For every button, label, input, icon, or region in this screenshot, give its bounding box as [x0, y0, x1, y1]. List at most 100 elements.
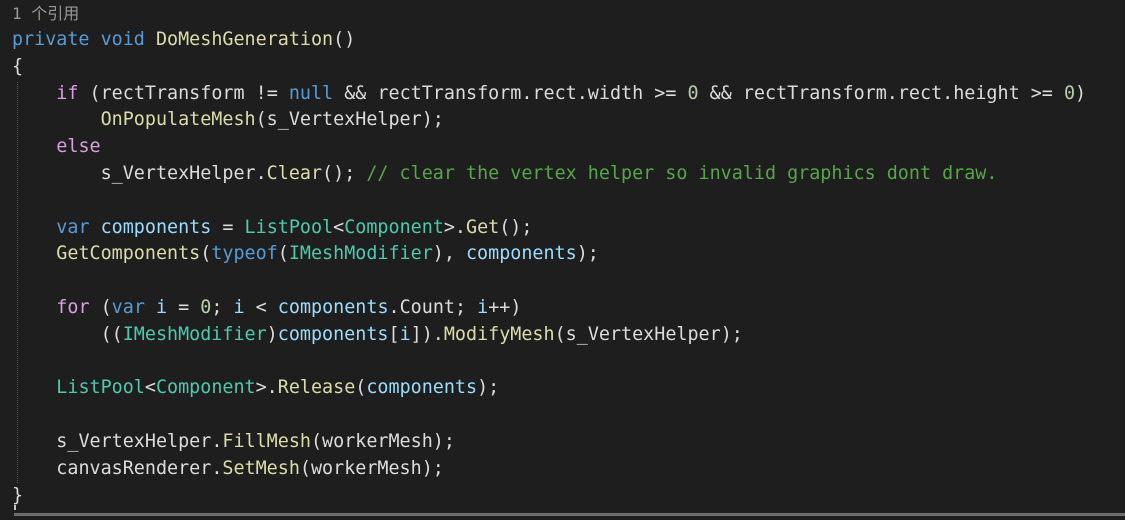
code-token: )	[1075, 82, 1087, 104]
code-token: Release	[277, 377, 356, 399]
code-token: .	[255, 163, 267, 184]
code-token: ModifyMesh	[443, 323, 555, 345]
code-token: Component	[344, 216, 444, 238]
code-line[interactable]: {	[12, 54, 23, 81]
code-token: GetComponents	[56, 243, 201, 265]
code-token: if	[56, 82, 79, 104]
code-token: s_VertexHelper	[266, 109, 422, 131]
code-token: i	[233, 297, 245, 318]
code-token: >=	[1019, 82, 1064, 104]
code-token: s_VertexHelper	[100, 163, 256, 184]
code-token: OnPopulateMesh	[100, 109, 256, 131]
code-line[interactable]: var components = ListPool<Component>.Get…	[12, 215, 532, 242]
code-token: workerMesh	[322, 431, 433, 452]
code-token: ),	[432, 243, 466, 265]
code-token: DoMeshGeneration	[155, 29, 334, 50]
code-token: );	[576, 243, 599, 265]
codelens-references[interactable]: 1 个引用	[12, 3, 79, 25]
code-token: .	[211, 431, 223, 452]
code-line[interactable]: canvasRenderer.SetMesh(workerMesh);	[12, 456, 444, 483]
code-token: (	[554, 323, 566, 345]
code-line[interactable]: for (var i = 0; i < components.Count; i+…	[12, 295, 521, 322]
code-token: 0	[1063, 82, 1076, 104]
code-line[interactable]: ListPool<Component>.Release(components);	[12, 375, 499, 402]
code-token: private	[12, 29, 90, 50]
code-token: >=	[643, 82, 688, 104]
code-token: s_VertexHelper	[56, 431, 212, 452]
code-line[interactable]: ((IMeshModifier)components[i]).ModifyMes…	[12, 322, 743, 349]
code-token: <	[244, 297, 278, 318]
code-token: rectTransform	[100, 82, 245, 104]
code-token: workerMesh	[310, 457, 422, 479]
code-token: (	[78, 82, 101, 104]
code-token: ()	[333, 29, 356, 50]
code-token: ((	[12, 323, 123, 345]
code-token: <	[144, 377, 156, 399]
code-token: ListPool	[244, 216, 334, 238]
code-token: for	[56, 297, 90, 318]
code-token: SetMesh	[222, 457, 300, 479]
code-token: [	[388, 323, 400, 345]
code-token: );	[421, 457, 444, 479]
code-line[interactable]: OnPopulateMesh(s_VertexHelper);	[12, 107, 444, 134]
code-token: 0	[200, 297, 212, 318]
code-token: <	[333, 216, 345, 238]
code-token: i	[155, 297, 168, 318]
code-token: var	[111, 297, 145, 318]
code-editor[interactable]: 1 个引用 private void DoMeshGeneration(){ i…	[0, 0, 1125, 520]
code-token: (	[255, 109, 267, 131]
code-token: )	[266, 323, 278, 345]
code-token: rectTransform.rect.height	[742, 82, 1020, 104]
code-token: .	[211, 457, 223, 479]
code-token: &&	[698, 82, 743, 104]
code-token: typeof	[211, 243, 278, 265]
code-line[interactable]: else	[12, 134, 101, 161]
code-token: (	[299, 457, 311, 479]
code-token: Get	[466, 216, 500, 238]
code-token: Clear	[266, 163, 323, 184]
code-token: ();	[322, 163, 367, 184]
code-token: );	[720, 323, 743, 345]
code-token: (	[277, 243, 289, 265]
code-token: !=	[244, 82, 289, 104]
code-token: components	[277, 297, 389, 318]
code-token: );	[477, 377, 500, 399]
code-token: .Count;	[388, 297, 478, 318]
code-token: ++)	[488, 297, 522, 318]
code-token: components	[100, 216, 212, 238]
code-token: components	[366, 377, 478, 399]
horizontal-scrollbar[interactable]	[0, 510, 1125, 520]
code-token: else	[56, 136, 101, 158]
code-token: (	[355, 377, 367, 399]
code-token: >.	[443, 216, 467, 238]
code-token: FillMesh	[222, 431, 311, 452]
code-token: var	[56, 216, 90, 238]
code-token: (	[200, 243, 212, 265]
code-token: rectTransform.rect.width	[377, 82, 644, 104]
code-line[interactable]: s_VertexHelper.FillMesh(workerMesh);	[12, 429, 455, 456]
code-token: 0	[687, 82, 699, 104]
code-line[interactable]: s_VertexHelper.Clear(); // clear the ver…	[12, 161, 998, 188]
code-token: components	[465, 243, 577, 265]
code-token: );	[432, 431, 455, 452]
code-token: i	[399, 323, 411, 345]
code-line[interactable]: if (rectTransform != null && rectTransfo…	[12, 81, 1086, 108]
code-token: i	[477, 297, 489, 318]
scrollbar-thumb[interactable]	[14, 513, 1125, 516]
code-line[interactable]: GetComponents(typeof(IMeshModifier), com…	[12, 241, 599, 268]
code-token: {	[12, 55, 24, 77]
code-token: components	[277, 323, 389, 345]
code-token: void	[100, 29, 145, 50]
code-line[interactable]: private void DoMeshGeneration()	[12, 27, 355, 54]
code-token: =	[211, 216, 245, 238]
code-token: (	[310, 431, 323, 452]
